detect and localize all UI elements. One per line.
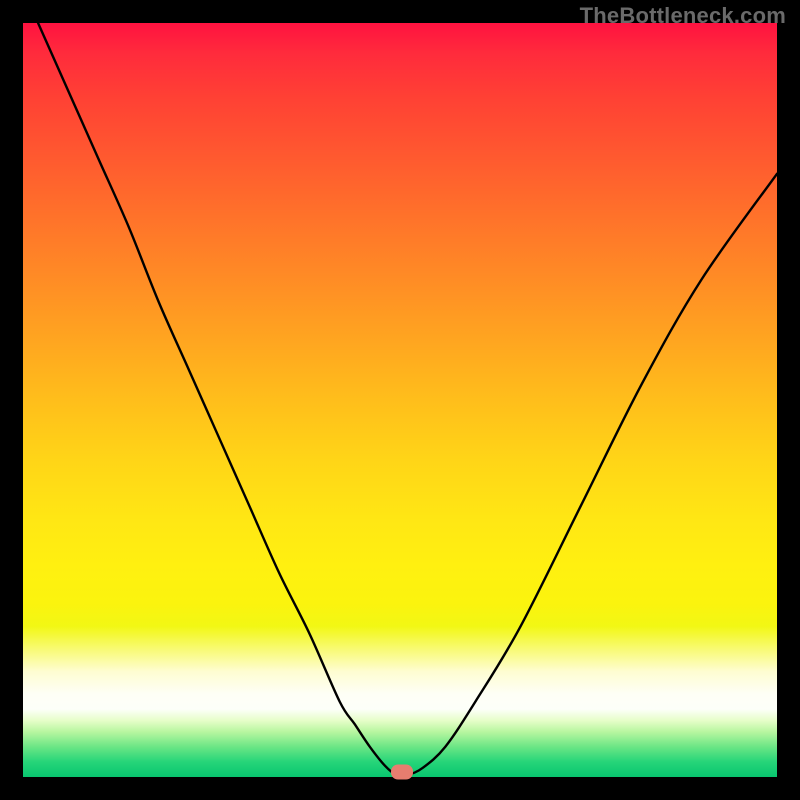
bottleneck-curve (23, 23, 777, 777)
optimal-point-marker (391, 765, 413, 780)
watermark-label: TheBottleneck.com (580, 3, 786, 29)
plot-area (23, 23, 777, 777)
chart-frame: TheBottleneck.com (0, 0, 800, 800)
